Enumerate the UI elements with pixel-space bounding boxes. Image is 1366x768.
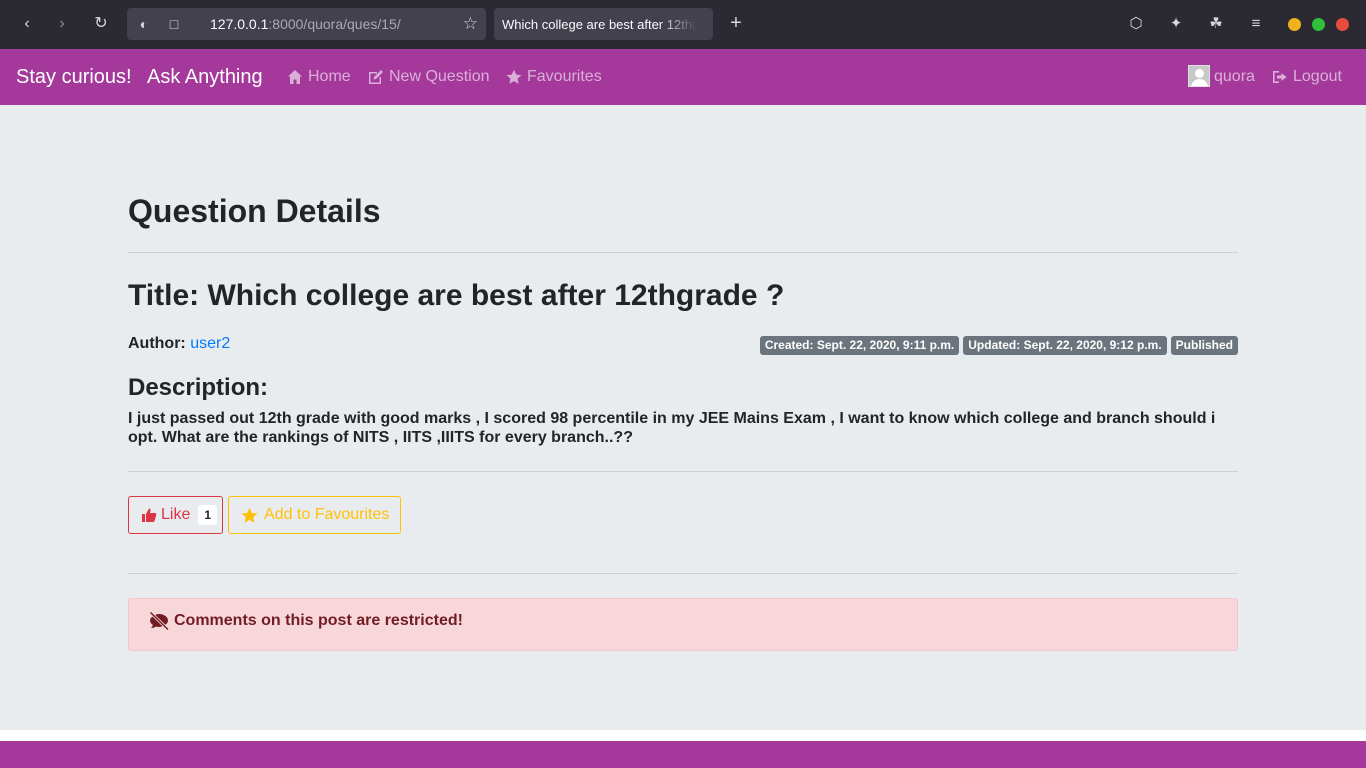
footer — [0, 741, 1366, 768]
add-to-favourites-button[interactable]: Add to Favourites — [228, 496, 401, 534]
minimize-button[interactable] — [1288, 18, 1301, 31]
star-icon — [241, 507, 258, 523]
nav-home-label: Home — [308, 68, 351, 85]
brand-link[interactable]: Stay curious! — [16, 66, 132, 89]
favourites-label: Add to Favourites — [264, 506, 390, 523]
back-icon[interactable]: ‹ — [15, 12, 39, 36]
close-button[interactable] — [1336, 18, 1349, 31]
nav-logout[interactable]: Logout — [1272, 68, 1342, 86]
like-count: 1 — [198, 505, 218, 525]
meta-badges: Created: Sept. 22, 2020, 9:11 p.m. Updat… — [759, 336, 1238, 355]
tagline-link[interactable]: Ask Anything — [147, 66, 263, 89]
reload-icon[interactable]: ↻ — [89, 12, 113, 36]
nav-user[interactable]: quora — [1188, 65, 1255, 87]
nav-home[interactable]: Home — [287, 68, 351, 86]
page-bottom-gap — [0, 730, 1366, 741]
pocket-icon[interactable]: ⬡ — [1125, 13, 1147, 35]
page-icon[interactable]: □ — [165, 15, 183, 33]
maximize-button[interactable] — [1312, 18, 1325, 31]
gnome-extension-icon[interactable]: ☘ — [1205, 13, 1227, 35]
author-link[interactable]: user2 — [190, 335, 230, 352]
shield-icon[interactable]: ◐ — [135, 15, 153, 33]
page-title: Question Details — [128, 193, 381, 229]
question-title: Title: Which college are best after 12th… — [128, 279, 785, 312]
bookmark-star-icon[interactable]: ☆ — [463, 14, 478, 34]
avatar — [1188, 65, 1210, 87]
tab-title: Which college are best after 12thgrade ? — [502, 17, 697, 32]
nav-logout-label: Logout — [1293, 68, 1342, 85]
alert-message: Comments on this post are restricted! — [174, 612, 463, 629]
logout-icon — [1273, 71, 1287, 83]
alert-content: Comments on this post are restricted! — [149, 612, 463, 630]
divider — [128, 252, 1238, 253]
thumbs-up-icon — [142, 508, 157, 522]
browser-tab[interactable]: Which college are best after 12thgrade ? — [494, 8, 713, 40]
description-heading: Description: — [128, 374, 269, 401]
like-label: Like — [161, 506, 191, 523]
author-line: Author: user2 — [128, 335, 230, 353]
updated-badge: Updated: Sept. 22, 2020, 9:12 p.m. — [963, 336, 1167, 355]
comments-restricted-alert: Comments on this post are restricted! — [128, 598, 1238, 651]
status-badge: Published — [1170, 336, 1238, 355]
url-host: 127.0.0.1 — [210, 16, 269, 32]
menu-icon[interactable]: ≡ — [1245, 13, 1267, 35]
url-bar[interactable]: ◐ □ 127.0.0.1:8000/quora/ques/15/ ☆ — [127, 8, 486, 40]
browser-toolbar: ‹ › ↻ ◐ □ 127.0.0.1:8000/quora/ques/15/ … — [0, 0, 1366, 49]
nav-user-label: quora — [1214, 68, 1255, 85]
description-text: I just passed out 12th grade with good m… — [128, 410, 1216, 446]
edit-icon — [369, 70, 383, 84]
like-button[interactable]: Like 1 — [128, 496, 223, 534]
divider — [128, 471, 1238, 472]
url-text[interactable]: 127.0.0.1:8000/quora/ques/15/ — [210, 16, 401, 32]
site-navbar: Stay curious! Ask Anything Home New Ques… — [0, 49, 1366, 105]
url-path: :8000/quora/ques/15/ — [268, 16, 401, 32]
divider — [128, 573, 1238, 574]
forward-icon[interactable]: › — [50, 12, 74, 36]
nav-new-question[interactable]: New Question — [368, 68, 490, 86]
nav-favourites-label: Favourites — [527, 68, 602, 85]
new-tab-icon[interactable]: + — [724, 12, 748, 36]
star-icon — [506, 69, 522, 84]
created-badge: Created: Sept. 22, 2020, 9:11 p.m. — [759, 336, 960, 355]
home-icon — [288, 70, 302, 84]
extensions-icon[interactable]: ✦ — [1165, 13, 1187, 35]
comment-slash-icon — [150, 612, 169, 630]
nav-new-question-label: New Question — [389, 68, 490, 85]
nav-favourites[interactable]: Favourites — [506, 68, 602, 86]
author-label: Author: — [128, 335, 186, 352]
